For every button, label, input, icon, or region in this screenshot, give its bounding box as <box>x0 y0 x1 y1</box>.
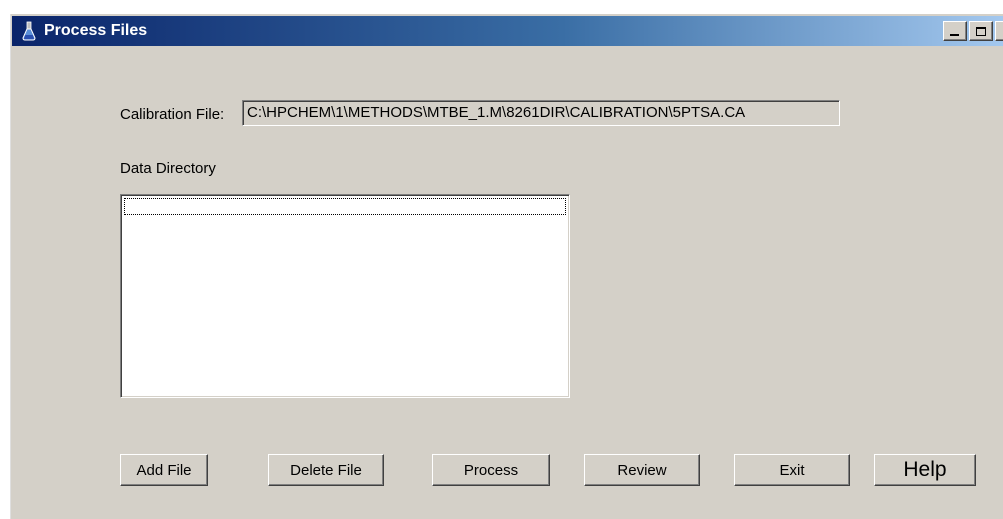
flask-icon <box>20 21 38 41</box>
exit-button[interactable]: Exit <box>734 454 850 486</box>
add-file-button[interactable]: Add File <box>120 454 208 486</box>
close-button[interactable]: × <box>995 21 1003 41</box>
window-controls: × <box>941 21 1003 41</box>
maximize-icon <box>976 26 986 36</box>
data-directory-list[interactable] <box>120 194 570 398</box>
delete-file-button[interactable]: Delete File <box>268 454 384 486</box>
help-button[interactable]: Help <box>874 454 976 486</box>
calibration-file-field[interactable]: C:\HPCHEM\1\METHODS\MTBE_1.M\8261DIR\CAL… <box>242 100 840 126</box>
review-button[interactable]: Review <box>584 454 700 486</box>
data-directory-label: Data Directory <box>120 160 216 177</box>
title-bar[interactable]: Process Files × <box>12 16 1003 46</box>
minimize-button[interactable] <box>943 21 967 41</box>
process-button[interactable]: Process <box>432 454 550 486</box>
maximize-button[interactable] <box>969 21 993 41</box>
window-title: Process Files <box>44 22 148 39</box>
calibration-file-label: Calibration File: <box>120 106 225 123</box>
minimize-icon <box>950 34 959 36</box>
process-files-window: Process Files × Calibration File: C:\HPC… <box>8 14 1003 519</box>
list-focus-row[interactable] <box>124 198 566 215</box>
